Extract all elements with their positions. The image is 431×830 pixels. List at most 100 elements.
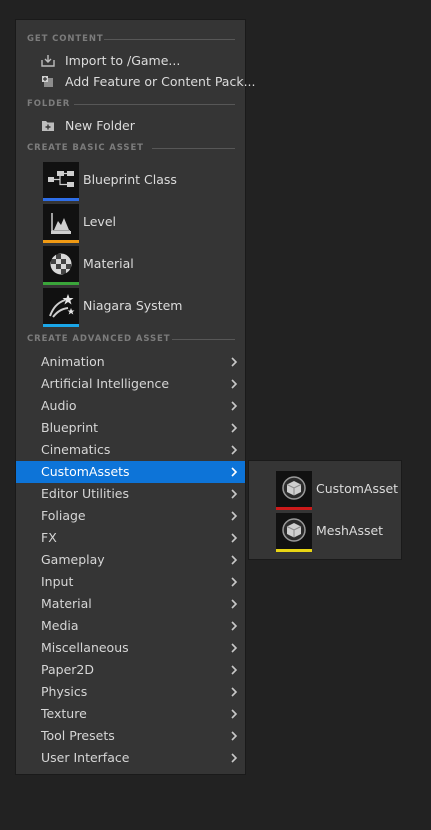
chevron-right-icon (231, 709, 238, 719)
category-label: Blueprint (41, 420, 99, 435)
chevron-right-icon (231, 489, 238, 499)
section-label-folder: FOLDER (27, 99, 71, 109)
category-item-animation[interactable]: Animation (16, 351, 245, 373)
section-divider (104, 39, 235, 40)
asset-color-bar (43, 240, 79, 243)
niagara-system-icon (43, 288, 79, 324)
content-browser-context-menu: GET CONTENT Import to /Game... Add Featu… (15, 19, 256, 775)
section-create-basic-asset: CREATE BASIC ASSET (16, 141, 245, 155)
section-label-create-basic-asset: CREATE BASIC ASSET (27, 143, 144, 153)
category-item-miscellaneous[interactable]: Miscellaneous (16, 637, 245, 659)
chevron-right-icon (231, 731, 238, 741)
category-label: FX (41, 530, 57, 545)
category-item-editor-utilities[interactable]: Editor Utilities (16, 483, 245, 505)
asset-label: Blueprint Class (83, 172, 177, 187)
category-label: Editor Utilities (41, 486, 130, 501)
chevron-right-icon (231, 687, 238, 697)
menu-item-import[interactable]: Import to /Game... (16, 50, 245, 71)
chevron-right-icon (231, 577, 238, 587)
submenu-item-meshasset[interactable]: MeshAsset (249, 513, 401, 555)
chevron-right-icon (231, 621, 238, 631)
category-item-media[interactable]: Media (16, 615, 245, 637)
cube-icon (276, 513, 312, 549)
category-label: Texture (41, 706, 87, 721)
chevron-right-icon (231, 511, 238, 521)
category-item-cinematics[interactable]: Cinematics (16, 439, 245, 461)
import-icon (41, 55, 55, 67)
category-label: Audio (41, 398, 77, 413)
chevron-right-icon (231, 599, 238, 609)
category-item-paper2d[interactable]: Paper2D (16, 659, 245, 681)
category-label: Tool Presets (41, 728, 115, 743)
category-item-material[interactable]: Material (16, 593, 245, 615)
menu-item-add-feature-content-pack[interactable]: Add Feature or Content Pack... (16, 71, 256, 92)
category-item-artificial-intelligence[interactable]: Artificial Intelligence (16, 373, 245, 395)
category-label: Artificial Intelligence (41, 376, 170, 391)
chevron-right-icon (231, 445, 238, 455)
category-label: Physics (41, 684, 88, 699)
category-label: Gameplay (41, 552, 105, 567)
category-item-gameplay[interactable]: Gameplay (16, 549, 245, 571)
category-label: CustomAssets (41, 464, 130, 479)
category-item-blueprint[interactable]: Blueprint (16, 417, 245, 439)
section-label-get-content: GET CONTENT (27, 34, 104, 44)
menu-item-label: New Folder (65, 118, 135, 133)
category-item-texture[interactable]: Texture (16, 703, 245, 725)
category-label: Animation (41, 354, 105, 369)
menu-item-blueprint-class[interactable]: Blueprint Class (16, 162, 245, 204)
category-item-customassets[interactable]: CustomAssets (16, 461, 245, 483)
chevron-right-icon (231, 467, 238, 477)
menu-item-label: Add Feature or Content Pack... (65, 74, 256, 89)
category-item-input[interactable]: Input (16, 571, 245, 593)
menu-item-level[interactable]: Level (16, 204, 245, 246)
level-icon (43, 204, 79, 240)
chevron-right-icon (231, 665, 238, 675)
category-label: Cinematics (41, 442, 111, 457)
customassets-submenu: CustomAsset MeshAsset (248, 460, 402, 560)
chevron-right-icon (231, 379, 238, 389)
chevron-right-icon (231, 555, 238, 565)
menu-item-material[interactable]: Material (16, 246, 245, 288)
asset-color-bar (43, 282, 79, 285)
material-icon (43, 246, 79, 282)
chevron-right-icon (231, 533, 238, 543)
blueprint-class-icon (43, 162, 79, 198)
category-item-user-interface[interactable]: User Interface (16, 747, 245, 769)
asset-color-bar (43, 198, 79, 201)
category-item-tool-presets[interactable]: Tool Presets (16, 725, 245, 747)
submenu-item-label: MeshAsset (316, 523, 384, 538)
section-divider (172, 339, 235, 340)
menu-item-new-folder[interactable]: New Folder (16, 115, 245, 136)
category-item-fx[interactable]: FX (16, 527, 245, 549)
chevron-right-icon (231, 643, 238, 653)
category-label: Material (41, 596, 92, 611)
category-label: Miscellaneous (41, 640, 129, 655)
category-label: User Interface (41, 750, 130, 765)
category-label: Input (41, 574, 74, 589)
asset-color-bar (276, 549, 312, 552)
cube-icon (276, 471, 312, 507)
section-create-advanced-asset: CREATE ADVANCED ASSET (16, 332, 245, 346)
asset-label: Material (83, 256, 134, 271)
chevron-right-icon (231, 401, 238, 411)
menu-item-niagara-system[interactable]: Niagara System (16, 288, 245, 330)
submenu-item-customasset[interactable]: CustomAsset (249, 471, 401, 513)
asset-color-bar (43, 324, 79, 327)
category-item-physics[interactable]: Physics (16, 681, 245, 703)
add-content-pack-icon (42, 76, 53, 87)
section-divider (152, 148, 235, 149)
section-folder: FOLDER (16, 97, 245, 111)
category-label: Media (41, 618, 79, 633)
chevron-right-icon (231, 423, 238, 433)
section-get-content: GET CONTENT (16, 32, 245, 46)
category-item-audio[interactable]: Audio (16, 395, 245, 417)
asset-color-bar (276, 507, 312, 510)
menu-item-label: Import to /Game... (65, 53, 181, 68)
category-label: Foliage (41, 508, 86, 523)
category-item-foliage[interactable]: Foliage (16, 505, 245, 527)
section-divider (74, 104, 235, 105)
new-folder-icon (42, 121, 54, 131)
chevron-right-icon (231, 357, 238, 367)
category-label: Paper2D (41, 662, 94, 677)
asset-label: Niagara System (83, 298, 183, 313)
